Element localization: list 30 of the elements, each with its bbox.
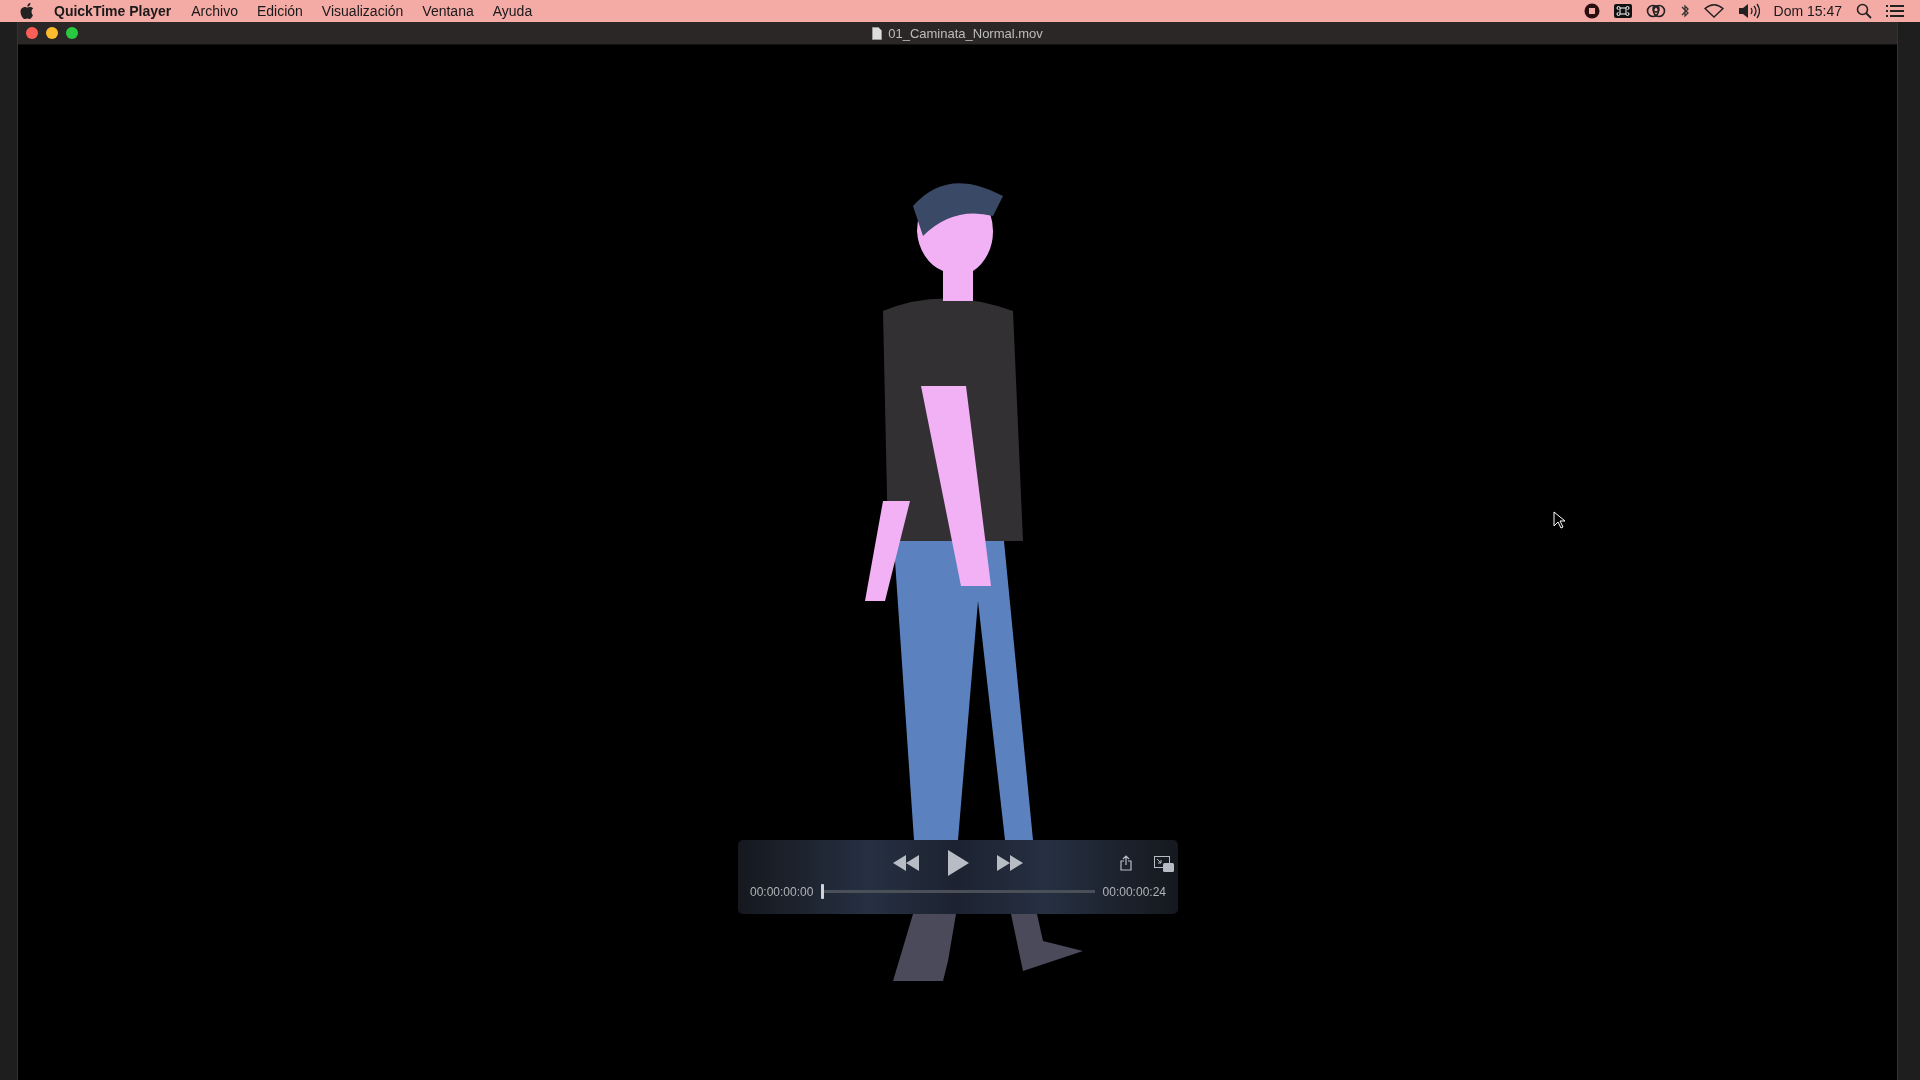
- list-icon[interactable]: [1886, 4, 1904, 18]
- close-button[interactable]: [26, 27, 38, 39]
- wifi-icon[interactable]: [1703, 4, 1724, 18]
- apple-logo-icon[interactable]: [20, 3, 34, 19]
- play-button[interactable]: [947, 850, 969, 876]
- playhead-handle[interactable]: [821, 884, 825, 899]
- menu-item[interactable]: Visualización: [321, 3, 404, 19]
- menu-item[interactable]: Ayuda: [492, 3, 533, 19]
- window-title: 01_Caminata_Normal.mov: [888, 25, 1043, 41]
- bluetooth-icon[interactable]: [1679, 3, 1690, 19]
- share-button[interactable]: [1120, 855, 1132, 871]
- end-time: 00:00:00:24: [1102, 884, 1166, 899]
- app-menu[interactable]: QuickTime Player: [54, 3, 172, 19]
- rings-icon[interactable]: [1645, 4, 1666, 18]
- rewind-button[interactable]: [893, 855, 919, 871]
- volume-icon[interactable]: [1737, 3, 1760, 19]
- menu-bar-clock[interactable]: Dom 15:47: [1773, 3, 1842, 19]
- zoom-button[interactable]: [66, 27, 78, 39]
- picture-in-picture-button[interactable]: [1154, 856, 1174, 872]
- current-time: 00:00:00:00: [750, 884, 814, 899]
- document-icon: [872, 26, 883, 40]
- menu-item[interactable]: Edición: [256, 3, 303, 19]
- command-key-icon[interactable]: [1613, 4, 1632, 18]
- menu-item[interactable]: Ventana: [422, 3, 474, 19]
- menu-item[interactable]: Archivo: [191, 3, 238, 19]
- fast-forward-button[interactable]: [997, 855, 1023, 871]
- search-icon[interactable]: [1856, 3, 1872, 19]
- mouse-pointer-icon: [1553, 511, 1565, 529]
- minimize-button[interactable]: [46, 27, 58, 39]
- record-icon[interactable]: [1583, 3, 1600, 19]
